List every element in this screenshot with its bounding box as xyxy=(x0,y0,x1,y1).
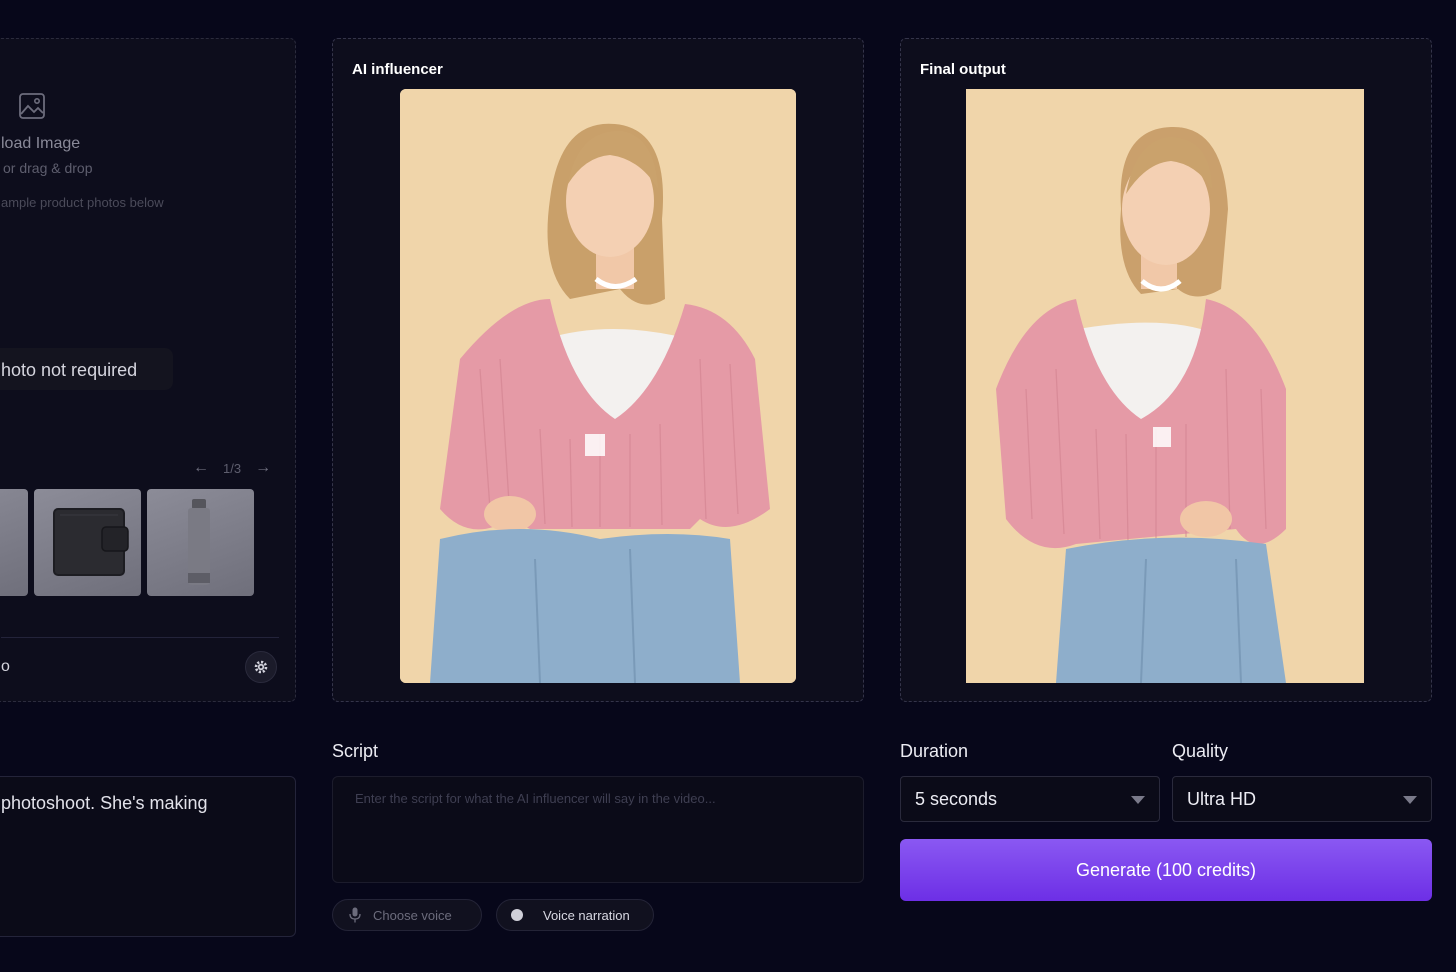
final-output-title: Final output xyxy=(920,61,1006,78)
script-label: Script xyxy=(332,741,379,761)
upload-title: load Image xyxy=(1,135,81,152)
photo-chip-label: hoto not required xyxy=(1,360,138,380)
wallet-icon xyxy=(53,508,129,576)
gear-icon xyxy=(254,660,268,674)
pager-prev-icon[interactable]: ← xyxy=(193,459,209,477)
prompt-text: photoshoot. She's making xyxy=(1,793,208,813)
bottle-icon xyxy=(188,499,210,585)
duration-select[interactable]: 5 seconds xyxy=(900,776,1160,822)
pager-next-icon[interactable]: → xyxy=(255,459,271,477)
voice-narration-label: Voice narration xyxy=(543,907,630,923)
quality-select[interactable]: Ultra HD xyxy=(1172,776,1432,822)
duration-label: Duration xyxy=(900,741,969,761)
choose-voice-label: Choose voice xyxy=(373,907,452,923)
quality-value: Ultra HD xyxy=(1187,788,1257,809)
prompt-textarea[interactable]: photoshoot. She's making xyxy=(0,776,296,937)
upload-hint: ample product photos below xyxy=(1,195,164,210)
generate-button[interactable]: Generate (100 credits) xyxy=(900,839,1432,901)
sample-thumbnail-wallet[interactable] xyxy=(34,489,141,596)
voice-narration-toggle[interactable]: Voice narration xyxy=(496,899,654,931)
image-icon xyxy=(19,93,45,119)
settings-button[interactable] xyxy=(245,651,277,683)
toggle-knob xyxy=(511,909,523,921)
script-placeholder: Enter the script for what the AI influen… xyxy=(355,791,716,806)
final-output-image[interactable] xyxy=(966,89,1364,683)
ai-influencer-image[interactable] xyxy=(400,89,796,683)
duration-value: 5 seconds xyxy=(915,788,998,809)
product-upload-panel[interactable]: load Image or drag & drop ample product … xyxy=(0,38,296,702)
model-label: o xyxy=(1,658,10,675)
quality-label: Quality xyxy=(1172,741,1229,761)
pager-indicator: 1/3 xyxy=(223,460,242,476)
choose-voice-button[interactable]: Choose voice xyxy=(332,899,482,931)
final-output-card: Final output xyxy=(900,38,1432,702)
ai-influencer-card: AI influencer xyxy=(332,38,864,702)
app-page: load Image or drag & drop ample product … xyxy=(0,0,1456,972)
microphone-icon xyxy=(349,907,361,923)
upload-subtitle: or drag & drop xyxy=(3,160,93,176)
chevron-down-icon xyxy=(1131,796,1145,804)
influencer-photo-illustration xyxy=(400,89,796,683)
script-textarea[interactable]: Enter the script for what the AI influen… xyxy=(332,776,864,883)
output-photo-illustration xyxy=(966,89,1364,683)
ai-influencer-title: AI influencer xyxy=(352,61,443,78)
chevron-down-icon xyxy=(1403,796,1417,804)
sample-thumbnail[interactable] xyxy=(0,489,28,596)
panel-divider xyxy=(1,637,279,638)
sample-pager: ← 1/3 → xyxy=(193,459,271,477)
sample-thumbnail-bottle[interactable] xyxy=(147,489,254,596)
